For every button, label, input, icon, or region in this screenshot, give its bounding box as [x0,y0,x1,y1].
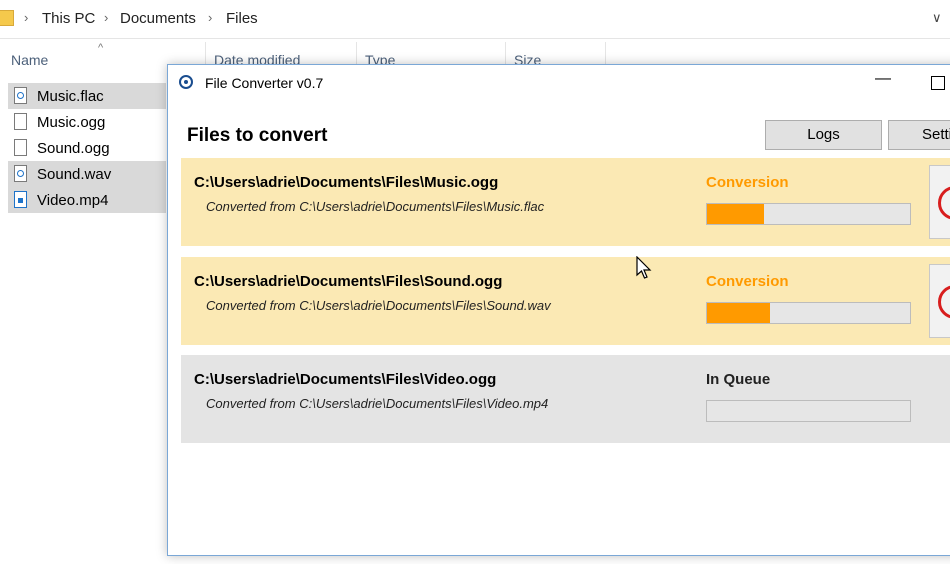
breadcrumb-documents[interactable]: Documents [120,10,196,27]
logs-button[interactable]: Logs [765,120,882,150]
folder-icon [0,10,14,26]
job-status: In Queue [706,371,771,388]
breadcrumb-this-pc[interactable]: This PC [42,10,95,27]
window-title: File Converter v0.7 [205,75,324,91]
job-status: Conversion [706,174,789,191]
output-path: C:\Users\adrie\Documents\Files\Video.ogg [194,371,497,388]
source-path: Converted from C:\Users\adrie\Documents\… [206,298,551,313]
address-bar[interactable]: › This PC › Documents › Files ∨ [0,0,950,40]
chevron-down-icon[interactable]: ∨ [932,10,942,26]
file-item[interactable]: Video.mp4 [8,187,166,213]
file-item[interactable]: Music.flac [8,83,166,109]
file-item[interactable]: Sound.ogg [8,135,166,161]
progress-fill [707,303,770,323]
progress-bar [706,302,911,324]
cancel-icon [938,285,950,319]
title-bar[interactable]: File Converter v0.7 — [168,65,950,101]
cancel-button[interactable] [929,165,950,239]
audio-file-icon [14,165,27,182]
audio-file-icon [14,87,27,104]
conversion-job-card: C:\Users\adrie\Documents\Files\Music.ogg… [181,158,950,246]
video-file-icon [14,191,27,208]
file-name: Sound.wav [37,166,112,183]
file-item[interactable]: Sound.wav [8,161,166,187]
progress-fill [707,204,764,224]
output-path: C:\Users\adrie\Documents\Files\Music.ogg [194,174,499,191]
source-path: Converted from C:\Users\adrie\Documents\… [206,199,545,214]
file-name: Music.ogg [37,114,106,131]
cancel-icon [938,186,950,220]
chevron-right-icon: › [24,10,29,25]
divider [0,38,950,39]
breadcrumb-files[interactable]: Files [226,10,258,27]
job-status: Conversion [706,273,789,290]
cancel-button[interactable] [929,264,950,338]
sort-ascending-icon: ^ [98,42,104,54]
file-item[interactable]: Music.ogg [8,109,166,135]
blank-file-icon [14,139,27,156]
maximize-icon[interactable] [931,76,945,90]
file-name: Music.flac [37,88,104,105]
mouse-cursor-icon [636,256,652,279]
output-path: C:\Users\adrie\Documents\Files\Sound.ogg [194,273,503,290]
conversion-job-card: C:\Users\adrie\Documents\Files\Sound.ogg… [181,257,950,345]
settings-button[interactable]: Setti [888,120,950,150]
file-converter-window: File Converter v0.7 — Files to convert L… [167,64,950,556]
blank-file-icon [14,113,27,130]
source-path: Converted from C:\Users\adrie\Documents\… [206,396,549,411]
minimize-icon[interactable]: — [875,70,891,88]
chevron-right-icon: › [104,10,109,25]
progress-bar [706,400,911,422]
app-icon [179,75,193,89]
column-name[interactable]: Name [11,52,48,68]
file-name: Video.mp4 [37,192,109,209]
conversion-job-card: C:\Users\adrie\Documents\Files\Video.ogg… [181,355,950,443]
file-name: Sound.ogg [37,140,110,157]
progress-bar [706,203,911,225]
chevron-right-icon: › [208,10,213,25]
page-title: Files to convert [187,125,328,146]
